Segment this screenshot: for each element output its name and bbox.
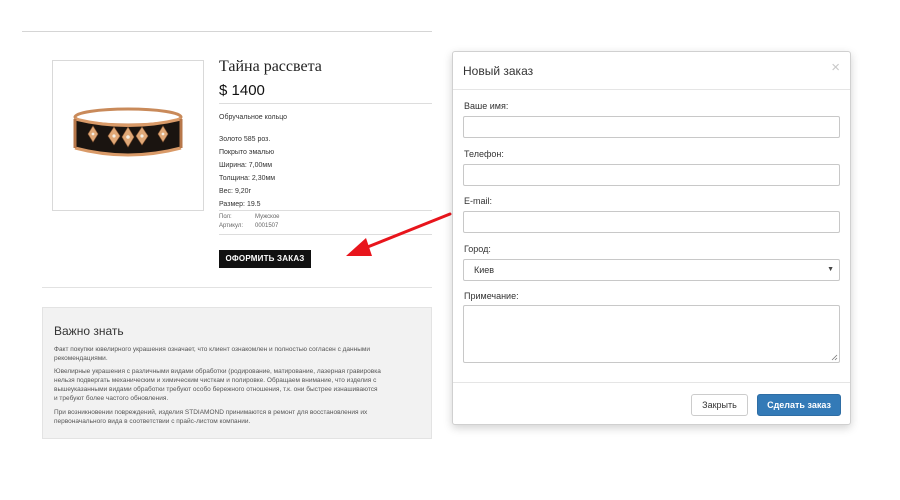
notice-line: вышеуказанными видами обработки требуют …: [54, 386, 378, 393]
notice-title: Важно знать: [54, 324, 124, 338]
meta-key: Пол:: [219, 214, 232, 220]
note-label: Примечание:: [464, 291, 519, 301]
ring-image: [73, 107, 183, 157]
modal-header: Новый заказ ×: [453, 52, 850, 90]
product-specs: Золото 585 роз. Покрыто эмалью Ширина: 7…: [219, 133, 275, 211]
top-divider: [22, 31, 432, 32]
spec-item: Вес: 9,20г: [219, 188, 252, 195]
product-price: $ 1400: [219, 82, 265, 99]
product-image[interactable]: [52, 60, 204, 211]
product-title: Тайна рассвета: [219, 58, 322, 75]
notice-line: Ювелирные украшения с различными видами …: [54, 368, 381, 375]
close-button[interactable]: Закрыть: [691, 394, 748, 416]
city-select-value: Киев: [474, 265, 495, 275]
notice-line: При возникновении повреждений, изделия S…: [54, 409, 368, 416]
price-divider: [219, 103, 432, 104]
notice-line: и требуют более частого обновления.: [54, 395, 169, 402]
notice-paragraph: При возникновении повреждений, изделия S…: [54, 408, 431, 426]
product-meta: Пол: Мужское Артикул: 0001507: [219, 213, 280, 231]
meta-key: Артикул:: [219, 223, 244, 229]
meta-value: Мужское: [255, 214, 280, 220]
email-label: E-mail:: [464, 196, 493, 206]
notice-paragraph: Факт покупки ювелирного украшения означа…: [54, 345, 431, 363]
notice-line: нельзя подвергать механическим и химичес…: [54, 377, 377, 384]
submit-order-button[interactable]: Сделать заказ: [757, 394, 841, 416]
phone-field[interactable]: [463, 164, 840, 186]
section-divider: [42, 287, 432, 288]
important-notice-box: Важно знать Факт покупки ювелирного укра…: [42, 307, 432, 439]
notice-line: рекомендациями.: [54, 355, 108, 362]
city-select[interactable]: Киев ▼: [463, 259, 840, 281]
meta-value: 0001507: [255, 223, 279, 229]
resize-handle-icon[interactable]: [831, 354, 838, 361]
chevron-down-icon: ▼: [827, 266, 834, 273]
email-field[interactable]: [463, 211, 840, 233]
modal-title: Новый заказ: [463, 64, 534, 78]
notice-paragraph: Ювелирные украшения с различными видами …: [54, 367, 431, 403]
place-order-button[interactable]: ОФОРМИТЬ ЗАКАЗ: [219, 250, 311, 268]
red-arrow-icon: [346, 212, 452, 256]
modal-footer-divider: [453, 382, 850, 383]
notice-line: Факт покупки ювелирного украшения означа…: [54, 346, 370, 353]
name-label: Ваше имя:: [464, 101, 509, 111]
notice-line: первоначального вида в соответствии с пр…: [54, 418, 251, 425]
meta-row-sku: Артикул: 0001507: [219, 222, 280, 231]
note-textarea[interactable]: [463, 305, 840, 363]
phone-label: Телефон:: [464, 149, 504, 159]
city-label: Город:: [464, 244, 491, 254]
spec-item: Ширина: 7,00мм: [219, 162, 273, 169]
product-type: Обручальное кольцо: [219, 114, 288, 121]
spec-item: Золото 585 роз.: [219, 136, 271, 143]
meta-row-gender: Пол: Мужское: [219, 213, 280, 222]
spec-item: Толщина: 2,30мм: [219, 175, 276, 182]
meta-divider: [219, 210, 432, 211]
close-icon[interactable]: ×: [831, 60, 840, 75]
name-field[interactable]: [463, 116, 840, 138]
new-order-modal: Новый заказ × Ваше имя: Телефон: E-mail:…: [452, 51, 851, 425]
spec-item: Покрыто эмалью: [219, 149, 275, 156]
